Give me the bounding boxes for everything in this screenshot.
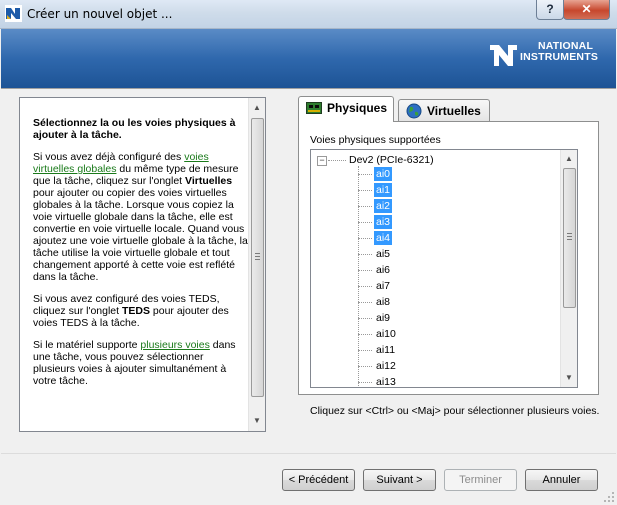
- scroll-up-arrow-icon[interactable]: ▲: [561, 151, 577, 167]
- grip-line: [255, 256, 260, 257]
- ni-brand-text: NATIONAL INSTRUMENTS: [520, 41, 598, 63]
- help-text-span: pour ajouter ou copier des voies virtuel…: [33, 187, 248, 283]
- footer-divider: [1, 453, 616, 454]
- channel-label: ai10: [376, 328, 396, 340]
- grip-line: [255, 259, 260, 260]
- next-button[interactable]: Suivant >: [363, 469, 436, 491]
- help-paragraph-multiple: Si le matériel supporte plusieurs voies …: [33, 339, 248, 387]
- channel-label: ai11: [376, 344, 396, 356]
- scroll-down-arrow-icon[interactable]: ▼: [561, 370, 577, 386]
- help-button[interactable]: ?: [536, 0, 564, 20]
- tree-connector: [358, 174, 372, 175]
- scroll-thumb[interactable]: [251, 118, 264, 397]
- finish-button[interactable]: Terminer: [444, 469, 517, 491]
- physical-channels-page: Voies physiques supportées − Dev2 (PCIe-…: [298, 121, 599, 395]
- title-bar: Créer un nouvel objet ... ? ✕: [0, 0, 617, 29]
- collapse-icon[interactable]: −: [317, 156, 327, 166]
- tab-label: Virtuelles: [427, 104, 481, 118]
- national-instruments-logo: NATIONAL INSTRUMENTS: [490, 39, 606, 73]
- help-text-span: Si le matériel supporte: [33, 339, 141, 351]
- grip-line: [255, 253, 260, 254]
- device-label: Dev2 (PCIe-6321): [349, 154, 434, 166]
- scroll-down-arrow-icon[interactable]: ▼: [249, 413, 265, 429]
- tab-label: Physiques: [327, 101, 388, 115]
- ni-eagle-icon: [490, 45, 517, 66]
- tab-virtuelles[interactable]: Virtuelles: [398, 99, 490, 122]
- tree-connector: [358, 206, 372, 207]
- grip-line: [567, 239, 572, 240]
- cancel-button[interactable]: Annuler: [525, 469, 598, 491]
- tree-connector: [358, 382, 372, 383]
- help-scrollbar[interactable]: ▲ ▼: [248, 98, 265, 431]
- tree-connector: [358, 190, 372, 191]
- multiple-channels-link[interactable]: plusieurs voies: [140, 339, 209, 351]
- help-bold-text: TEDS: [121, 305, 150, 317]
- tree-scrollbar[interactable]: ▲ ▼: [560, 150, 577, 387]
- channel-label: ai12: [376, 360, 396, 372]
- channel-label: ai2: [374, 199, 393, 213]
- header-banner: NATIONAL INSTRUMENTS: [1, 29, 616, 89]
- channel-label: ai5: [376, 248, 391, 260]
- tree-connector: [358, 334, 372, 335]
- tree-connector: [358, 302, 372, 303]
- tree-connector: [358, 286, 372, 287]
- channel-label: ai9: [376, 312, 391, 324]
- help-text: Sélectionnez la ou les voies physiques à…: [33, 117, 248, 397]
- hardware-board-icon: [306, 102, 322, 114]
- help-text-span: Si vous avez déjà configuré des: [33, 151, 185, 163]
- channel-label: ai1: [374, 183, 393, 197]
- grip-line: [567, 233, 572, 234]
- grip-line: [567, 236, 572, 237]
- channel-label: ai7: [376, 280, 391, 292]
- tree-connector: [358, 238, 372, 239]
- help-bold-text: Virtuelles: [185, 175, 233, 187]
- tree-connector: [358, 222, 372, 223]
- channel-label: ai0: [374, 167, 393, 181]
- help-paragraph-teds: Si vous avez configuré des voies TEDS, c…: [33, 293, 248, 329]
- previous-button[interactable]: < Précédent: [282, 469, 355, 491]
- channels-tree[interactable]: − Dev2 (PCIe-6321) ai0 ai1 ai2 ai3 ai4 ai5 ai6…: [310, 149, 578, 388]
- tree-connector: [358, 270, 372, 271]
- tree-connector: [358, 350, 372, 351]
- selection-hint: Cliquez sur <Ctrl> ou <Maj> pour sélecti…: [310, 405, 600, 417]
- tree-connector: [358, 318, 372, 319]
- ni-app-icon: [5, 5, 22, 22]
- close-button[interactable]: ✕: [563, 0, 610, 20]
- channel-label: ai8: [376, 296, 391, 308]
- brand-line-2: INSTRUMENTS: [520, 51, 599, 63]
- tab-physiques[interactable]: Physiques: [298, 96, 394, 122]
- tree-connector: [358, 166, 359, 387]
- channel-label: ai13: [376, 376, 396, 388]
- scroll-up-arrow-icon[interactable]: ▲: [249, 100, 265, 116]
- help-paragraph-virtual: Si vous avez déjà configuré des voies vi…: [33, 151, 248, 283]
- tree-connector: [358, 366, 372, 367]
- channel-label: ai3: [374, 215, 393, 229]
- channel-label: ai4: [374, 231, 393, 245]
- resize-grip-icon[interactable]: [603, 491, 615, 503]
- help-panel[interactable]: Sélectionnez la ou les voies physiques à…: [19, 97, 266, 432]
- window-title: Créer un nouvel objet ...: [27, 7, 173, 21]
- tree-connector: [328, 160, 346, 161]
- tree-connector: [358, 254, 372, 255]
- channel-label: ai6: [376, 264, 391, 276]
- scroll-thumb[interactable]: [563, 168, 576, 308]
- globe-icon: [406, 103, 422, 119]
- help-heading: Sélectionnez la ou les voies physiques à…: [33, 117, 236, 141]
- channels-caption: Voies physiques supportées: [310, 134, 441, 146]
